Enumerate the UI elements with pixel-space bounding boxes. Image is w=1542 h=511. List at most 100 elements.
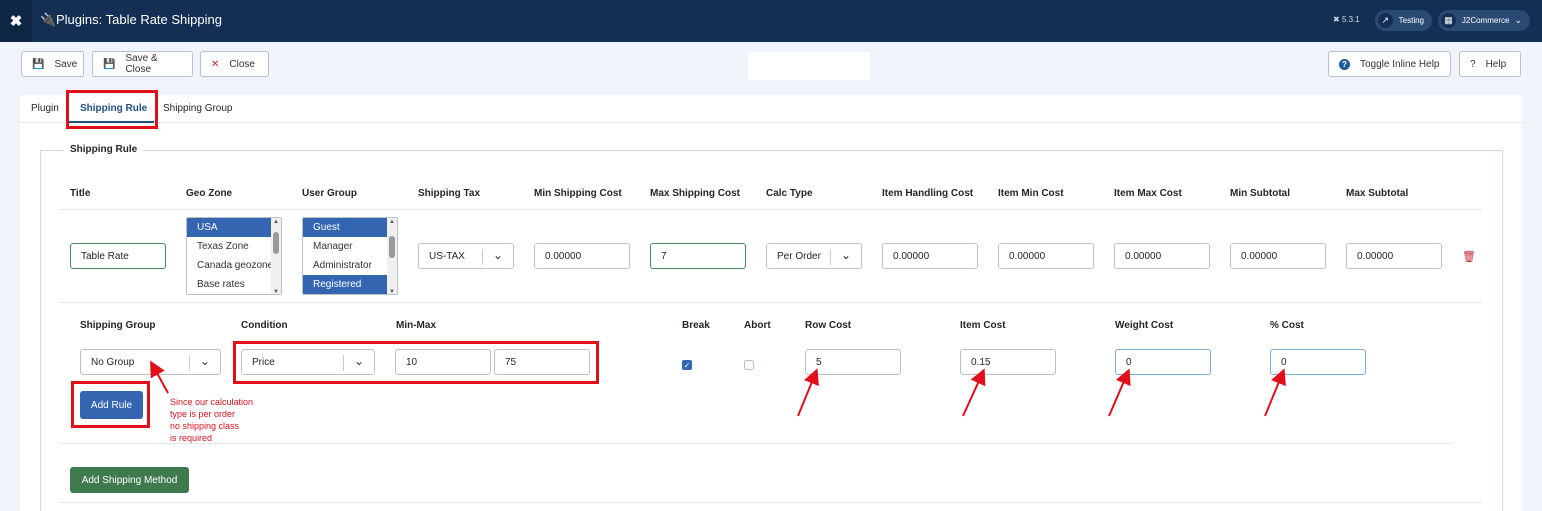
user-group-option[interactable]: Registered [303, 275, 397, 294]
col-item-min-cost: Item Min Cost [998, 188, 1064, 199]
scroll-down-icon: ▼ [273, 289, 279, 295]
col-shipping-tax: Shipping Tax [418, 188, 481, 199]
highlight-condition-minmax [233, 341, 599, 384]
user-group-option[interactable]: Guest [303, 218, 397, 237]
item-max-cost-input[interactable]: 0.00000 [1114, 243, 1210, 269]
geo-zone-option[interactable]: Base rates [187, 275, 281, 294]
user-menu-button[interactable]: ▦ J2Commerce ⌄ [1438, 10, 1530, 31]
save-close-label: Save & Close [125, 53, 158, 75]
col-min-subtotal: Min Subtotal [1230, 188, 1290, 199]
col-abort: Abort [744, 320, 771, 331]
col-item-handling-cost: Item Handling Cost [882, 188, 974, 199]
form-card: Plugin Shipping Rule Shipping Group Ship… [20, 95, 1522, 511]
item-cost-input[interactable]: 0.15 [960, 349, 1056, 375]
toggle-inline-help-button[interactable]: ? Toggle Inline Help [1328, 51, 1451, 77]
col-item-max-cost: Item Max Cost [1114, 188, 1182, 199]
col-condition: Condition [241, 320, 288, 331]
chevron-down-icon: ⌄ [199, 354, 210, 368]
break-checkbox[interactable]: ✓ [682, 360, 692, 370]
question-icon: ? [1470, 58, 1476, 70]
user-group-option[interactable]: Administrator [303, 256, 397, 275]
col-title: Title [70, 188, 91, 199]
select-separator [189, 355, 190, 371]
select-separator [482, 249, 483, 265]
user-group-option[interactable]: Manager [303, 237, 397, 256]
scrollbar[interactable]: ▲ ▼ [387, 218, 397, 294]
select-separator [830, 249, 831, 265]
col-item-cost: Item Cost [960, 320, 1006, 331]
page-title: Plugins: Table Rate Shipping [56, 12, 222, 27]
col-geo-zone: Geo Zone [186, 188, 233, 199]
shipping-tax-select[interactable]: US-TAX ⌄ [418, 243, 514, 269]
abort-checkbox[interactable] [744, 360, 754, 370]
max-subtotal-input[interactable]: 0.00000 [1346, 243, 1442, 269]
save-icon: 💾 [32, 58, 45, 70]
col-min-max: Min-Max [396, 320, 436, 331]
item-min-cost-input[interactable]: 0.00000 [998, 243, 1094, 269]
note-line: no shipping class [170, 421, 240, 431]
tab-shipping-group[interactable]: Shipping Group [163, 103, 233, 114]
note-line: type is per order [170, 409, 236, 419]
col-shipping-group: Shipping Group [80, 320, 156, 331]
geo-zone-multiselect[interactable]: USA Texas Zone Canada geozone Base rates… [186, 217, 282, 295]
col-user-group: User Group [302, 188, 358, 199]
row-cost-input[interactable]: 5 [805, 349, 901, 375]
scroll-thumb[interactable] [273, 232, 279, 254]
min-shipping-cost-input[interactable]: 0.00000 [534, 243, 630, 269]
site-link-button[interactable]: ↗ Testing [1375, 10, 1432, 31]
scroll-up-icon: ▲ [389, 219, 395, 225]
scroll-up-icon: ▲ [273, 219, 279, 225]
tab-bar: Plugin Shipping Rule Shipping Group [20, 95, 1522, 123]
highlight-add-rule [71, 381, 150, 428]
save-button[interactable]: 💾 Save [21, 51, 84, 77]
close-label: Close [229, 58, 255, 70]
calc-type-select[interactable]: Per Order ⌄ [766, 243, 862, 269]
min-subtotal-input[interactable]: 0.00000 [1230, 243, 1326, 269]
col-weight-cost: Weight Cost [1115, 320, 1174, 331]
title-input[interactable]: Table Rate [70, 243, 166, 269]
help-button[interactable]: ? Help [1459, 51, 1521, 77]
col-calc-type: Calc Type [766, 188, 813, 199]
percent-cost-input[interactable]: 0 [1270, 349, 1366, 375]
close-button[interactable]: ✕ Close [200, 51, 269, 77]
joomla-logo-icon[interactable]: ✖ [0, 0, 32, 42]
shipping-group-select[interactable]: No Group ⌄ [80, 349, 221, 375]
geo-zone-option[interactable]: Canada geozone [187, 256, 281, 275]
tab-plugin[interactable]: Plugin [31, 103, 59, 114]
close-icon: ✕ [211, 58, 220, 70]
site-name: Testing [1398, 16, 1424, 25]
question-circle-icon: ? [1339, 58, 1350, 70]
version-number: 5.3.1 [1341, 15, 1360, 24]
fieldset-legend: Shipping Rule [64, 144, 144, 155]
user-group-multiselect[interactable]: Guest Manager Administrator Registered ▲… [302, 217, 398, 295]
weight-cost-input[interactable]: 0 [1115, 349, 1211, 375]
toolbar-spacer [748, 52, 870, 80]
max-shipping-cost-input[interactable]: 7 [650, 243, 746, 269]
bottom-divider [60, 502, 1482, 503]
item-handling-cost-input[interactable]: 0.00000 [882, 243, 978, 269]
scroll-thumb[interactable] [389, 236, 395, 258]
save-icon: 💾 [103, 58, 116, 70]
trash-icon[interactable]: 🗑 [1462, 250, 1476, 263]
calc-type-value: Per Order [777, 250, 821, 262]
shipping-group-value: No Group [91, 356, 135, 368]
version-label: ✖ 5.3.1 [1333, 15, 1360, 24]
shipping-tax-value: US-TAX [429, 250, 465, 262]
chevron-down-icon: ⌄ [840, 248, 851, 262]
col-percent-cost: % Cost [1270, 320, 1304, 331]
scrollbar[interactable]: ▲ ▼ [271, 218, 281, 295]
geo-zone-option[interactable]: Texas Zone [187, 237, 281, 256]
chevron-down-icon: ⌄ [1514, 15, 1522, 25]
add-shipping-method-button[interactable]: Add Shipping Method [70, 467, 189, 493]
col-max-shipping-cost: Max Shipping Cost [650, 188, 740, 199]
save-close-button[interactable]: 💾 Save & Close [92, 51, 193, 77]
geo-zone-option[interactable]: USA [187, 218, 281, 237]
annotation-note: Since our calculation type is per order … [170, 396, 270, 444]
help-label: Help [1485, 58, 1507, 70]
note-line: is required [170, 433, 213, 443]
note-line: Since our calculation [170, 397, 254, 407]
plug-icon: 🔌 [40, 12, 57, 27]
save-label: Save [54, 58, 78, 70]
user-menu-icon: ▦ [1441, 13, 1456, 28]
top-header: ✖ 🔌 Plugins: Table Rate Shipping ✖ 5.3.1… [0, 0, 1542, 42]
